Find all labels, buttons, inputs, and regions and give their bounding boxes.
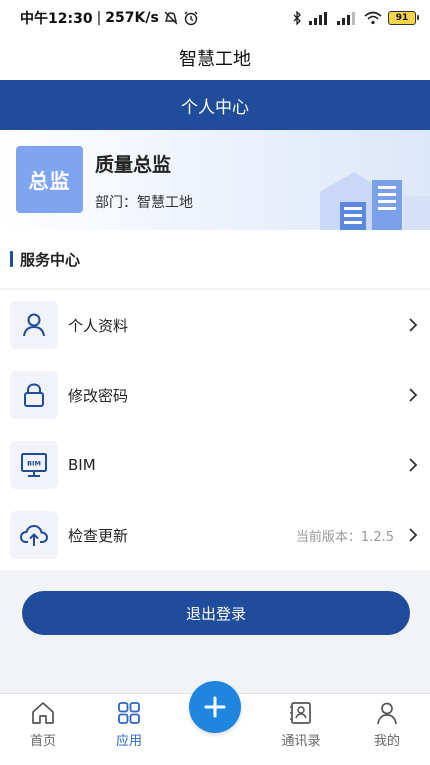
profile-department: 部门：智慧工地 bbox=[95, 195, 193, 211]
menu-item-change-password[interactable]: 修改密码 bbox=[0, 360, 430, 430]
battery-icon: 91 bbox=[388, 11, 419, 25]
menu-icon-box bbox=[10, 511, 58, 559]
status-right: 91 bbox=[292, 11, 419, 25]
plus-icon bbox=[204, 696, 226, 718]
section-title: 服务中心 bbox=[0, 230, 430, 288]
menu-item-bim[interactable]: BIM BIM bbox=[0, 430, 430, 500]
user-icon bbox=[23, 313, 45, 337]
cloud-upload-icon bbox=[19, 524, 49, 546]
profile-name: 质量总监 bbox=[95, 154, 172, 176]
status-bar: 中午12:30 | 257K/s 91 bbox=[0, 0, 430, 36]
chevron-right-icon bbox=[409, 458, 418, 472]
profile-card: 总监 质量总监 部门：智慧工地 bbox=[0, 130, 430, 230]
tab-mine-label: 我的 bbox=[373, 734, 400, 749]
menu-label-bim: BIM bbox=[68, 456, 96, 474]
menu-icon-box bbox=[10, 301, 58, 349]
section-title-bar bbox=[10, 251, 13, 267]
person-icon bbox=[377, 702, 397, 725]
menu-label-profile: 个人资料 bbox=[68, 316, 129, 335]
menu-item-profile[interactable]: 个人资料 bbox=[0, 290, 430, 360]
status-speed: 257K/s bbox=[105, 10, 159, 26]
tab-mine[interactable]: 我的 bbox=[344, 694, 430, 750]
status-time: 中午12:30 bbox=[20, 11, 93, 27]
tab-home[interactable]: 首页 bbox=[0, 694, 86, 750]
home-icon bbox=[32, 702, 54, 724]
current-version: 当前版本：1.2.5 bbox=[295, 529, 394, 545]
building-illustration bbox=[320, 172, 430, 230]
alarm-icon bbox=[184, 11, 198, 25]
chevron-right-icon bbox=[409, 528, 418, 542]
status-separator: | bbox=[96, 10, 102, 26]
tab-contacts[interactable]: 通讯录 bbox=[258, 694, 344, 750]
signal-icon bbox=[309, 12, 327, 25]
tab-home-label: 首页 bbox=[29, 734, 56, 749]
signal-icon-2 bbox=[337, 12, 355, 25]
section-title-text: 服务中心 bbox=[20, 250, 81, 269]
tab-apps[interactable]: 应用 bbox=[86, 694, 172, 750]
tab-contacts-label: 通讯录 bbox=[281, 734, 321, 749]
lock-icon bbox=[24, 383, 44, 407]
menu-item-check-update[interactable]: 检查更新 当前版本：1.2.5 bbox=[0, 500, 430, 570]
page-header: 个人中心 bbox=[0, 80, 430, 130]
tab-apps-label: 应用 bbox=[115, 734, 142, 749]
menu-icon-box bbox=[10, 371, 58, 419]
wifi-icon bbox=[364, 11, 382, 25]
chevron-right-icon bbox=[409, 318, 418, 332]
add-button[interactable] bbox=[189, 681, 241, 733]
bim-monitor-icon: BIM bbox=[21, 453, 47, 477]
menu-label-check-update: 检查更新 bbox=[68, 526, 129, 545]
chevron-right-icon bbox=[409, 388, 418, 402]
menu-icon-box: BIM bbox=[10, 441, 58, 489]
bottom-safe-area bbox=[0, 750, 430, 765]
logout-button[interactable]: 退出登录 bbox=[22, 591, 410, 635]
apps-grid-icon bbox=[118, 702, 140, 724]
bim-icon-text: BIM bbox=[27, 460, 41, 468]
menu-label-change-password: 修改密码 bbox=[68, 386, 129, 405]
bluetooth-icon bbox=[293, 11, 301, 25]
app-title: 智慧工地 bbox=[0, 36, 430, 80]
role-avatar: 总监 bbox=[16, 146, 83, 213]
mute-icon bbox=[164, 11, 178, 25]
contacts-icon bbox=[290, 702, 311, 724]
status-left: 中午12:30 | 257K/s bbox=[20, 8, 199, 28]
menu-list: 个人资料 修改密码 BIM BIM 检查更新 当前版本：1.2.5 bbox=[0, 290, 430, 570]
